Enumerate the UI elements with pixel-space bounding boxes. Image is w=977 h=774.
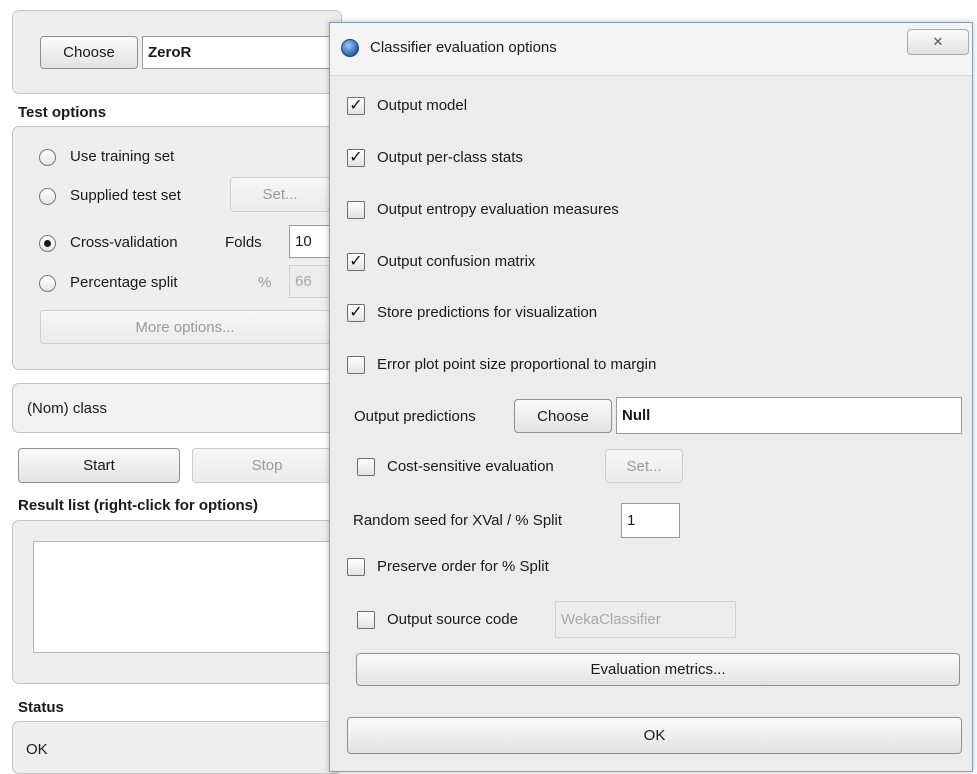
cross-validation-label: Cross-validation [70,234,178,251]
ok-button[interactable]: OK [347,717,962,754]
output-predictions-label: Output predictions [354,408,476,425]
cross-validation-radio[interactable] [39,235,56,252]
stop-button[interactable]: Stop [192,448,342,483]
error-plot-size-checkbox[interactable] [347,356,365,374]
close-icon: ✕ [932,34,944,49]
output-per-class-stats-checkbox[interactable]: ✓ [347,149,365,167]
store-predictions-label: Store predictions for visualization [377,304,598,321]
more-options-button[interactable]: More options... [40,310,330,344]
output-source-code-label: Output source code [387,611,518,628]
choose-classifier-button[interactable]: Choose [40,36,138,69]
weka-app-icon [341,39,359,57]
output-entropy-label: Output entropy evaluation measures [377,201,619,218]
evaluation-options-dialog: Classifier evaluation options ✕ ✓ Output… [329,22,973,772]
cost-sensitive-set-button[interactable]: Set... [605,449,683,483]
status-text: OK [26,741,48,758]
result-list-panel [12,520,343,684]
classifier-name-field[interactable]: ZeroR [142,36,347,69]
cost-sensitive-checkbox[interactable] [357,458,375,476]
store-predictions-checkbox[interactable]: ✓ [347,304,365,322]
output-confusion-matrix-checkbox[interactable]: ✓ [347,253,365,271]
output-confusion-matrix-label: Output confusion matrix [377,253,536,270]
supplied-test-radio[interactable] [39,188,56,205]
class-select-value: (Nom) class [27,400,108,417]
preserve-order-label: Preserve order for % Split [377,558,549,575]
random-seed-label: Random seed for XVal / % Split [353,512,562,529]
use-training-radio[interactable] [39,149,56,166]
status-panel: OK [12,721,342,774]
output-predictions-choose-button[interactable]: Choose [514,399,612,433]
test-options-panel: Use training set Supplied test set Set..… [12,126,343,370]
classifier-panel: Choose ZeroR [12,10,347,94]
output-per-class-stats-label: Output per-class stats [377,149,523,166]
dialog-title: Classifier evaluation options [370,39,557,56]
random-seed-input[interactable]: 1 [621,503,680,538]
output-entropy-checkbox[interactable] [347,201,365,219]
set-test-button[interactable]: Set... [230,177,330,212]
dialog-titlebar[interactable]: Classifier evaluation options ✕ [330,23,972,76]
status-title: Status [18,699,64,716]
output-predictions-field[interactable]: Null [616,397,962,434]
use-training-label: Use training set [70,148,175,165]
close-button[interactable]: ✕ [907,29,969,55]
percentage-split-radio[interactable] [39,275,56,292]
percent-symbol: % [258,274,272,291]
start-button[interactable]: Start [18,448,180,483]
output-source-code-checkbox[interactable] [357,611,375,629]
supplied-test-label: Supplied test set [70,187,181,204]
evaluation-metrics-button[interactable]: Evaluation metrics... [356,653,960,686]
output-model-label: Output model [377,97,468,114]
percentage-split-label: Percentage split [70,274,178,291]
cost-sensitive-label: Cost-sensitive evaluation [387,458,554,475]
output-model-checkbox[interactable]: ✓ [347,97,365,115]
result-list-title: Result list (right-click for options) [18,497,259,514]
test-options-title: Test options [18,104,107,121]
dialog-body: ✓ Output model ✓ Output per-class stats … [330,75,972,771]
source-class-name-field[interactable]: WekaClassifier [555,601,736,638]
class-select[interactable]: (Nom) class [12,383,342,433]
result-list-box[interactable] [33,541,343,653]
preserve-order-checkbox[interactable] [347,558,365,576]
error-plot-size-label: Error plot point size proportional to ma… [377,356,657,373]
folds-label: Folds [225,234,262,251]
